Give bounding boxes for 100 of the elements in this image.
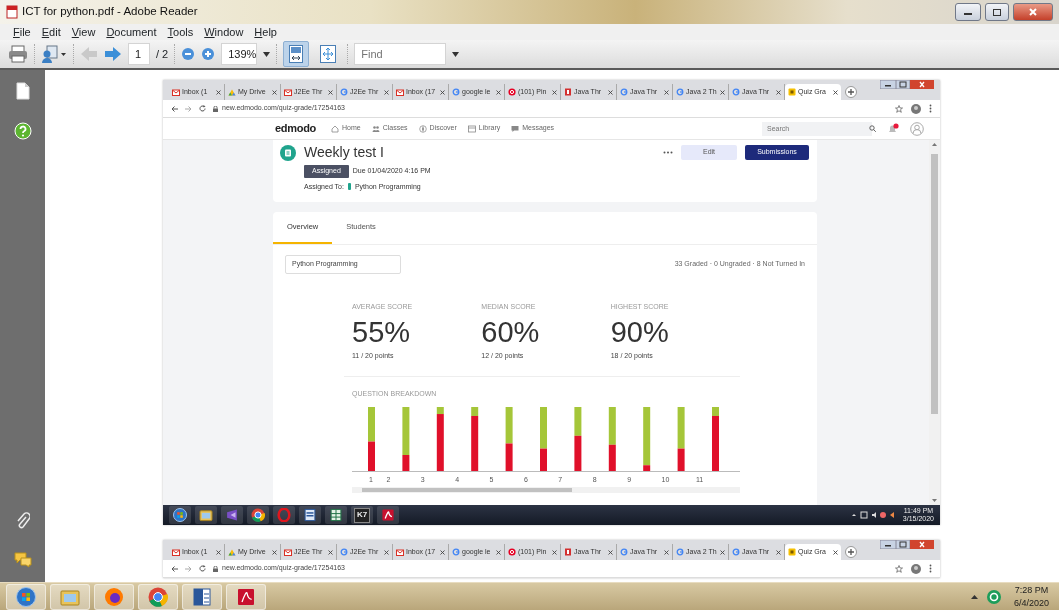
comments-icon[interactable] bbox=[13, 552, 32, 568]
maximize-button[interactable] bbox=[985, 3, 1009, 21]
share-icon[interactable] bbox=[41, 45, 67, 63]
help-icon[interactable] bbox=[13, 122, 32, 140]
find-field[interactable]: Find bbox=[354, 43, 447, 65]
avatar-icon[interactable] bbox=[911, 103, 921, 114]
close-icon[interactable] bbox=[216, 549, 221, 555]
folder-icon[interactable] bbox=[199, 508, 213, 522]
close-icon[interactable] bbox=[440, 549, 445, 555]
minimize-button[interactable] bbox=[880, 540, 896, 549]
fit-width-button[interactable] bbox=[283, 41, 310, 67]
close-icon[interactable] bbox=[552, 549, 557, 555]
more-menu-icon[interactable] bbox=[929, 104, 932, 113]
pin-icon bbox=[508, 548, 516, 556]
zoom-field[interactable]: 139% bbox=[221, 43, 258, 65]
more-menu-icon[interactable] bbox=[929, 564, 932, 573]
star-icon[interactable] bbox=[895, 104, 903, 113]
close-icon[interactable] bbox=[272, 549, 277, 555]
start-orb-icon[interactable] bbox=[173, 508, 187, 522]
close-icon[interactable] bbox=[272, 89, 277, 95]
new-tab-icon[interactable] bbox=[845, 546, 857, 558]
k7-app-icon[interactable]: K7 bbox=[354, 507, 370, 523]
menu-item[interactable]: Tools bbox=[162, 23, 199, 41]
spreadsheet-icon[interactable] bbox=[329, 508, 343, 522]
new-tab-icon[interactable] bbox=[845, 86, 857, 98]
menu-item[interactable]: Help bbox=[249, 23, 282, 41]
maximize-icon bbox=[993, 8, 1001, 16]
pages-icon[interactable] bbox=[15, 82, 30, 100]
sync-icon[interactable] bbox=[985, 588, 1002, 605]
ring-icon bbox=[620, 88, 628, 96]
close-icon[interactable] bbox=[440, 89, 445, 95]
reload-icon[interactable] bbox=[199, 565, 206, 572]
print-icon[interactable] bbox=[8, 45, 28, 63]
lock-icon bbox=[213, 565, 218, 572]
star-icon[interactable] bbox=[895, 564, 903, 573]
close-icon[interactable] bbox=[776, 549, 781, 555]
dropdown-caret-icon[interactable] bbox=[452, 51, 460, 57]
lock-icon bbox=[213, 105, 218, 112]
pdf-icon[interactable] bbox=[381, 508, 395, 522]
people-icon bbox=[371, 124, 380, 133]
minimize-button[interactable] bbox=[955, 3, 981, 21]
start-orb-icon[interactable] bbox=[16, 586, 36, 607]
fit-page-icon bbox=[320, 45, 337, 63]
close-icon[interactable] bbox=[664, 549, 669, 555]
back-icon[interactable] bbox=[171, 105, 178, 112]
close-icon[interactable] bbox=[384, 89, 389, 95]
back-icon[interactable] bbox=[171, 565, 178, 572]
studio-icon[interactable] bbox=[225, 508, 239, 522]
close-icon[interactable] bbox=[328, 89, 333, 95]
close-icon[interactable] bbox=[664, 89, 669, 95]
firefox-icon[interactable] bbox=[104, 586, 124, 607]
close-icon[interactable] bbox=[833, 549, 838, 555]
avatar-icon[interactable] bbox=[911, 563, 921, 574]
close-icon[interactable] bbox=[216, 89, 221, 95]
bookmark-icon bbox=[564, 548, 572, 556]
close-icon[interactable] bbox=[328, 549, 333, 555]
close-button[interactable] bbox=[910, 540, 934, 549]
menu-item[interactable]: View bbox=[66, 23, 101, 41]
box-icon bbox=[467, 124, 476, 133]
menu-item[interactable]: Document bbox=[101, 23, 162, 41]
clock[interactable]: 7:28 PM 6/4/2020 bbox=[1009, 584, 1053, 609]
menu-item[interactable]: Window bbox=[199, 23, 249, 41]
close-icon[interactable] bbox=[608, 549, 613, 555]
menu-item[interactable]: Edit bbox=[36, 23, 66, 41]
minimize-button[interactable] bbox=[880, 80, 896, 89]
score-value: 60% bbox=[481, 316, 541, 349]
menu-item[interactable]: File bbox=[8, 23, 36, 41]
close-icon[interactable] bbox=[384, 549, 389, 555]
chrome-icon[interactable] bbox=[251, 508, 265, 522]
bell-icon[interactable] bbox=[887, 122, 899, 135]
page-number-field[interactable]: 1 bbox=[128, 43, 150, 65]
close-icon[interactable] bbox=[720, 549, 725, 555]
horizontal-scrollbar[interactable] bbox=[352, 487, 740, 494]
close-button[interactable] bbox=[910, 80, 934, 89]
close-icon[interactable] bbox=[833, 89, 838, 95]
close-icon[interactable] bbox=[496, 549, 501, 555]
document-icon[interactable] bbox=[303, 508, 317, 522]
close-icon[interactable] bbox=[776, 89, 781, 95]
more-options-icon[interactable] bbox=[663, 151, 673, 154]
app-icon bbox=[788, 88, 796, 96]
close-icon[interactable] bbox=[552, 89, 557, 95]
close-icon[interactable] bbox=[608, 89, 613, 95]
reload-icon[interactable] bbox=[199, 105, 206, 112]
dropdown-caret-icon[interactable] bbox=[263, 51, 271, 57]
zoom-in-icon[interactable] bbox=[201, 47, 216, 61]
edmodo-logo[interactable]: edmodo bbox=[275, 120, 316, 137]
zoom-out-icon[interactable] bbox=[181, 47, 196, 61]
show-hidden-icons-icon[interactable] bbox=[970, 594, 978, 599]
score-value: 55% bbox=[352, 316, 412, 349]
search-icon[interactable] bbox=[869, 125, 876, 132]
vertical-scrollbar[interactable] bbox=[929, 140, 940, 505]
close-icon[interactable] bbox=[720, 89, 725, 95]
close-icon[interactable] bbox=[496, 89, 501, 95]
tray-icons-drawing bbox=[850, 511, 895, 519]
forward-arrow-icon[interactable] bbox=[104, 46, 122, 62]
window-title: ICT for python.pdf - Adobe Reader bbox=[22, 4, 198, 20]
pdf-icon[interactable] bbox=[236, 586, 256, 607]
word-icon[interactable] bbox=[192, 586, 212, 607]
close-button[interactable] bbox=[1013, 3, 1053, 21]
paperclip-icon[interactable] bbox=[15, 512, 30, 530]
